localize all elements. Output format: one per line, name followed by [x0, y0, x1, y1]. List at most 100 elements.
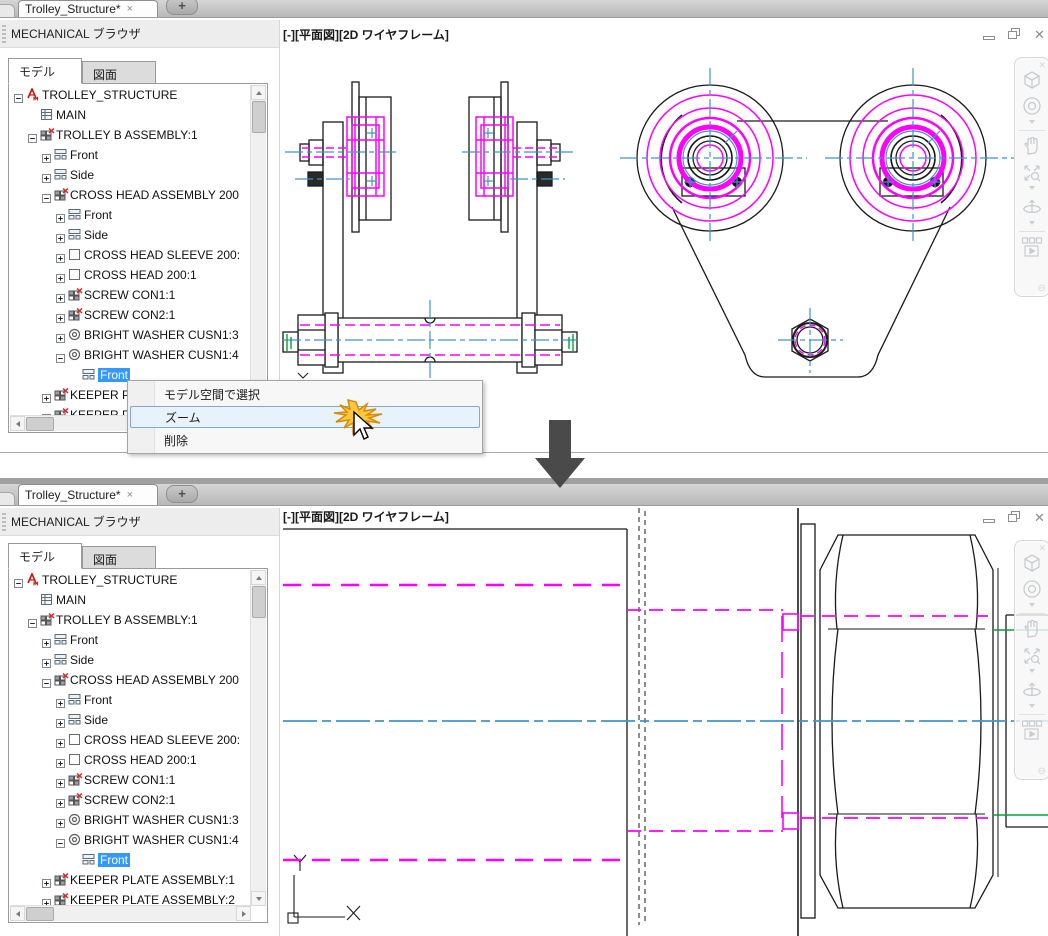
tree-item[interactable]: BRIGHT WASHER CUSN1:3 — [10, 325, 251, 345]
expand-plus-icon[interactable] — [56, 719, 65, 728]
horizontal-scroll-thumb[interactable] — [26, 417, 54, 431]
tree-item[interactable]: CROSS HEAD SLEEVE 200: — [10, 730, 251, 750]
expand-plus-icon[interactable] — [42, 879, 51, 888]
expand-plus-icon[interactable] — [56, 819, 65, 828]
collapse-minus-icon[interactable] — [56, 354, 65, 363]
navbar-close-icon[interactable]: ✕ — [1038, 543, 1046, 554]
drawing-file-tab[interactable]: Trolley_Structure* × — [18, 0, 158, 17]
navbar-dropdown-caret[interactable] — [1029, 221, 1035, 228]
tab-close-icon[interactable]: × — [127, 4, 133, 15]
navbar-dropdown-caret[interactable] — [1029, 603, 1035, 610]
tree-item[interactable]: SCREW CON2:1 — [10, 790, 251, 810]
navbar-dropdown-caret[interactable] — [1029, 704, 1035, 711]
showmotion-icon[interactable] — [1020, 235, 1044, 261]
tab-model[interactable]: モデル — [8, 58, 82, 84]
tree-item[interactable]: CROSS HEAD 200:1 — [10, 750, 251, 770]
scroll-down-button[interactable] — [251, 891, 266, 906]
expand-plus-icon[interactable] — [56, 294, 65, 303]
tree-item[interactable]: SCREW CON1:1 — [10, 285, 251, 305]
expand-toggle[interactable] — [42, 895, 51, 905]
new-tab-button[interactable]: + — [166, 485, 198, 503]
restore-button[interactable] — [1007, 28, 1022, 41]
collapse-minus-icon[interactable] — [14, 579, 23, 588]
tree-item[interactable]: CROSS HEAD ASSEMBLY 200 — [10, 670, 251, 690]
tab-close-icon[interactable]: × — [127, 490, 133, 501]
expand-plus-icon[interactable] — [56, 314, 65, 323]
navbar-dropdown-caret[interactable] — [1029, 120, 1035, 127]
expand-plus-icon[interactable] — [56, 274, 65, 283]
tree-item[interactable]: MAIN — [10, 590, 251, 610]
tree-item[interactable]: CROSS HEAD SLEEVE 200: — [10, 245, 251, 265]
expand-plus-icon[interactable] — [56, 254, 65, 263]
collapse-minus-icon[interactable] — [28, 134, 37, 143]
tree-item[interactable]: CROSS HEAD ASSEMBLY 200 — [10, 185, 251, 205]
expand-plus-icon[interactable] — [42, 639, 51, 648]
expand-plus-icon[interactable] — [42, 659, 51, 668]
zoom-extents-icon[interactable] — [1020, 644, 1044, 668]
viewcube-icon[interactable] — [1020, 551, 1044, 575]
expand-plus-icon[interactable] — [56, 759, 65, 768]
navbar-dropdown-caret[interactable] — [1029, 186, 1035, 193]
tree-item[interactable]: Side — [10, 650, 251, 670]
tree-vertical-scrollbar[interactable] — [250, 85, 266, 416]
tree-item[interactable]: BRIGHT WASHER CUSN1:4 — [10, 345, 251, 365]
new-tab-button[interactable]: + — [166, 0, 198, 15]
tab-model[interactable]: モデル — [8, 543, 82, 569]
tree-item[interactable]: CROSS HEAD 200:1 — [10, 265, 251, 285]
expand-plus-icon[interactable] — [56, 779, 65, 788]
context-menu-item[interactable]: モデル空間で選択 — [130, 383, 480, 405]
scroll-up-button[interactable] — [251, 570, 266, 585]
tree-item[interactable]: KEEPER PLATE ASSEMBLY:2 — [10, 890, 251, 905]
tree-item[interactable]: Side — [10, 225, 251, 245]
tree-item[interactable]: Front — [10, 145, 251, 165]
tab-drawing[interactable]: 図面 — [82, 61, 156, 84]
collapse-minus-icon[interactable] — [28, 619, 37, 628]
showmotion-icon[interactable] — [1020, 718, 1044, 744]
steering-wheel-icon[interactable] — [1020, 95, 1044, 119]
tree-item[interactable]: KEEPER PLATE ASSEMBLY:1 — [10, 870, 251, 890]
tree-item[interactable]: MAIN — [10, 105, 251, 125]
horizontal-scroll-thumb[interactable] — [26, 907, 54, 921]
tree-item[interactable]: Front — [10, 630, 251, 650]
tree-vertical-scrollbar[interactable] — [250, 570, 266, 906]
expand-plus-icon[interactable] — [56, 699, 65, 708]
tree-item[interactable]: SCREW CON1:1 — [10, 770, 251, 790]
expand-plus-icon[interactable] — [42, 174, 51, 183]
tree-horizontal-scrollbar[interactable] — [10, 905, 251, 921]
pan-hand-icon[interactable] — [1020, 134, 1044, 158]
drawing-file-tab[interactable]: Trolley_Structure* × — [18, 484, 158, 505]
collapse-minus-icon[interactable] — [56, 839, 65, 848]
scroll-left-button[interactable] — [10, 906, 25, 921]
expand-plus-icon[interactable] — [42, 394, 51, 403]
expand-plus-icon[interactable] — [56, 799, 65, 808]
tree-item[interactable]: Front — [10, 690, 251, 710]
navbar-collapse-icon[interactable]: ⊖ — [1038, 766, 1046, 777]
context-menu-item[interactable]: ズーム — [130, 406, 480, 428]
viewport-title[interactable]: [-][平面図][2D ワイヤフレーム] — [283, 26, 449, 43]
tree-item[interactable]: Front — [10, 850, 251, 870]
vertical-scroll-thumb[interactable] — [252, 586, 266, 618]
zoom-extents-icon[interactable] — [1020, 161, 1044, 185]
vertical-scroll-thumb[interactable] — [252, 101, 266, 133]
tree-item[interactable]: TROLLEY B ASSEMBLY:1 — [10, 125, 251, 145]
collapse-minus-icon[interactable] — [14, 94, 23, 103]
tree-item[interactable]: Front — [10, 205, 251, 225]
tree-item[interactable]: TROLLEY_STRUCTURE — [10, 570, 251, 590]
close-button[interactable]: ✕ — [1032, 28, 1047, 41]
navbar-dropdown-caret[interactable] — [1029, 669, 1035, 676]
expand-plus-icon[interactable] — [56, 214, 65, 223]
expand-plus-icon[interactable] — [42, 154, 51, 163]
scroll-up-button[interactable] — [251, 85, 266, 100]
panel-grip[interactable] — [2, 24, 6, 43]
steering-wheel-icon[interactable] — [1020, 578, 1044, 602]
collapse-minus-icon[interactable] — [42, 679, 51, 688]
context-menu-item[interactable]: 削除 — [130, 429, 480, 451]
navbar-close-icon[interactable]: ✕ — [1038, 60, 1046, 71]
scroll-left-button[interactable] — [10, 416, 25, 431]
expand-plus-icon[interactable] — [56, 234, 65, 243]
tree-item[interactable]: BRIGHT WASHER CUSN1:4 — [10, 830, 251, 850]
panel-grip[interactable] — [2, 512, 6, 531]
tree-item[interactable]: TROLLEY B ASSEMBLY:1 — [10, 610, 251, 630]
tree-item[interactable]: SCREW CON2:1 — [10, 305, 251, 325]
orbit-icon[interactable] — [1020, 679, 1044, 703]
